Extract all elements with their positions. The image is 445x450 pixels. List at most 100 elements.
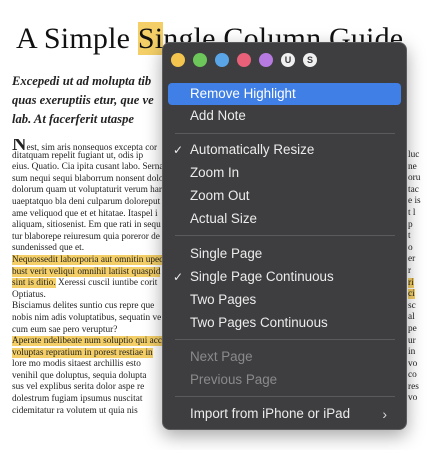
body-text: ur: [408, 335, 416, 346]
menu-item-add-note[interactable]: Add Note: [168, 105, 401, 127]
menu-item-remove-highlight[interactable]: Remove Highlight: [168, 83, 401, 105]
highlighted-text[interactable]: ci: [408, 289, 415, 300]
chevron-right-icon: ›: [382, 406, 387, 422]
menu-item-label: Import from iPhone or iPad: [190, 406, 351, 421]
body-text-line: sum nequi sequi blaborrum nonsent dolo: [12, 174, 167, 186]
menu-separator: [175, 339, 395, 340]
highlighted-text[interactable]: Nequossedit laborporia aut omnitin uped: [12, 254, 164, 265]
body-text: cum eum sae pero veruptur?: [12, 324, 118, 335]
right-column-line: sc: [408, 301, 445, 313]
body-text-line: aliquam, sitiosenist. Em que rati in seq…: [12, 220, 167, 232]
subtitle-line: lab. At facerferit utaspe: [12, 112, 134, 126]
body-text: uaeptatquo bla deni culparum doloreput: [12, 196, 161, 207]
menu-item-automatically-resize[interactable]: ✓ Automatically Resize: [168, 139, 401, 161]
right-column-line: al: [408, 312, 445, 324]
right-column-line: o: [408, 243, 445, 255]
title-highlight[interactable]: Si: [137, 22, 164, 55]
right-column-line: tac: [408, 185, 445, 197]
body-text: sum nequi sequi blaborrum nonsent dolo: [12, 173, 164, 184]
body-text: t l: [408, 207, 416, 218]
highlighted-text[interactable]: bust verit veliqui omnihil latiist quasp…: [12, 266, 161, 277]
body-text: Optiatus.: [12, 289, 46, 300]
title-part: A Simple: [16, 22, 138, 55]
body-text: p: [408, 219, 413, 230]
right-column-line: t: [408, 231, 445, 243]
body-text: in: [408, 347, 416, 358]
strikethrough-style-button[interactable]: S: [303, 53, 317, 67]
body-text: ame veliquod que et et hitatae. Itaspel …: [12, 208, 158, 219]
body-text: aliquam, sitiosenist. Em que rati in seq…: [12, 220, 161, 231]
right-column-line: ne: [408, 162, 445, 174]
body-text: ne: [408, 161, 417, 172]
highlighted-text[interactable]: voluptas repratium in porest restiae in: [12, 347, 153, 358]
highlighted-text[interactable]: Aperate ndelibeate num soluptio qui accu: [12, 336, 167, 347]
body-text-line: bust verit veliqui omnihil latiist quasp…: [12, 266, 167, 279]
body-text-line: Aperate ndelibeate num soluptio qui accu: [12, 336, 167, 348]
menu-item-label: Next Page: [190, 349, 253, 364]
right-column-line: r: [408, 266, 445, 278]
menu-item-label: Automatically Resize: [190, 142, 315, 157]
body-text: ditatquam repelit fugiant ut, odis ip: [12, 150, 144, 161]
document-right-column: luc ne oru tac e is t l p t o er r ri ci sc al pe ur in vo…: [408, 150, 445, 405]
drop-cap: N: [12, 139, 27, 151]
body-text-line: nobis nim adis voluptatibus, sequatin ve: [12, 313, 167, 325]
body-text: vo: [408, 358, 418, 369]
body-text-line: Nequossedit laborporia aut omnitin uped: [12, 254, 167, 267]
body-text: tac: [408, 184, 419, 195]
highlight-color-pink[interactable]: [237, 53, 251, 67]
menu-item-actual-size[interactable]: Actual Size: [168, 208, 401, 230]
body-text-line: uaeptatquo bla deni culparum doloreput: [12, 197, 167, 209]
body-text: cidemitatur ra volutem ut quia nis: [12, 405, 138, 416]
right-column-line: e is: [408, 196, 445, 208]
body-text: t: [408, 231, 411, 242]
body-text-line: lore mo modis sitaest archillis esto: [12, 359, 167, 371]
body-text: er: [408, 254, 416, 265]
body-text: Xeressi cuscil iuntibe corit: [55, 278, 158, 289]
body-text: Bisciamus delites suntio cus repre que: [12, 301, 155, 312]
body-text-line: ditatquam repelit fugiant ut, odis ip: [12, 151, 167, 163]
body-text: res: [408, 381, 419, 392]
right-column-line: pe: [408, 324, 445, 336]
right-column-line: oru: [408, 173, 445, 185]
highlight-color-purple[interactable]: [259, 53, 273, 67]
menu-item-single-page-continuous[interactable]: ✓ Single Page Continuous: [168, 266, 401, 288]
menu-item-zoom-in[interactable]: Zoom In: [168, 162, 401, 184]
body-text-line: sundenissed que et.: [12, 243, 167, 255]
menu-item-two-pages[interactable]: Two Pages: [168, 289, 401, 311]
menu-item-import-from-iphone[interactable]: Import from iPhone or iPad ›: [168, 403, 401, 425]
body-text-line: venihil que doluptus, sequia dolupta: [12, 371, 167, 383]
body-text-line: cum eum sae pero veruptur?: [12, 325, 167, 337]
right-column-line: t l: [408, 208, 445, 220]
body-text: est, sim aris nonsequos excepta cor: [26, 143, 158, 151]
body-text: luc: [408, 150, 420, 160]
body-text: sundenissed que et.: [12, 243, 85, 254]
underline-style-button[interactable]: U: [281, 53, 295, 67]
body-text-line: sint is ditio. Xeressi cuscil iuntibe co…: [12, 278, 167, 290]
body-text: sus vel explibus serita dolor aspe re: [12, 382, 145, 393]
document-subtitle: Excepedi ut ad molupta tib quas exeruptii…: [12, 72, 172, 129]
body-text: lore mo modis sitaest archillis esto: [12, 359, 141, 370]
highlight-color-blue[interactable]: [215, 53, 229, 67]
body-text: co: [408, 370, 417, 381]
highlighted-text[interactable]: sint is ditio.: [12, 278, 56, 289]
body-text-line: eius. Quatio. Cia ipita cusant labo. Ser…: [12, 162, 167, 174]
highlighted-text[interactable]: ri: [408, 277, 414, 288]
right-column-line: res: [408, 382, 445, 394]
context-menu: US Remove Highlight Add Note ✓ Automatic…: [162, 42, 407, 430]
menu-item-label: Two Pages Continuous: [190, 315, 328, 330]
highlight-color-yellow[interactable]: [171, 53, 185, 67]
body-text: tur blaborepe reiuresum quia poreror de …: [12, 231, 167, 242]
body-text: al: [408, 312, 415, 323]
menu-item-two-pages-continuous[interactable]: Two Pages Continuous: [168, 312, 401, 334]
menu-item-single-page[interactable]: Single Page: [168, 243, 401, 265]
subtitle-line: quas exeruptiis etur, que ve: [12, 93, 154, 107]
body-text-line: dolorum quam ut voluptaturit verum haru: [12, 185, 167, 197]
body-text-line: tur blaborepe reiuresum quia poreror de …: [12, 232, 167, 244]
menu-item-zoom-out[interactable]: Zoom Out: [168, 185, 401, 207]
highlight-color-green[interactable]: [193, 53, 207, 67]
menu-separator: [175, 235, 395, 236]
menu-item-label: Zoom In: [190, 165, 240, 180]
body-text-line: voluptas repratium in porest restiae in: [12, 347, 167, 360]
body-text: nobis nim adis voluptatibus, sequatin ve: [12, 312, 162, 323]
right-column-line: luc: [408, 150, 445, 162]
